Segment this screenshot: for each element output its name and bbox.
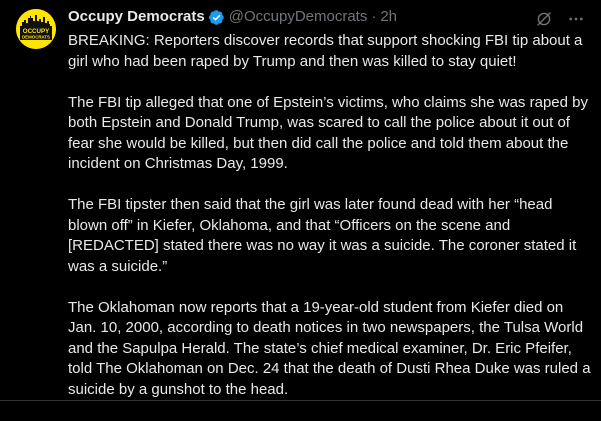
tweet-content: Occupy Democrats @OccupyDemocrats · 2h B… bbox=[68, 7, 591, 421]
timestamp[interactable]: 2h bbox=[380, 7, 397, 27]
header-actions bbox=[522, 9, 586, 29]
more-options-icon[interactable] bbox=[566, 9, 586, 29]
occupy-democrats-logo: OCCUPY DEMOCRATS bbox=[16, 9, 56, 49]
svg-text:DEMOCRATS: DEMOCRATS bbox=[22, 35, 50, 40]
tweet[interactable]: OCCUPY DEMOCRATS Occupy Democrats @Occup… bbox=[0, 0, 601, 401]
author-handle[interactable]: @OccupyDemocrats bbox=[229, 7, 368, 27]
tweet-paragraph-3: The FBI tipster then said that the girl … bbox=[68, 196, 577, 275]
grok-slash-icon[interactable] bbox=[534, 9, 554, 29]
tweet-header: Occupy Democrats @OccupyDemocrats · 2h bbox=[68, 7, 588, 27]
verified-badge-icon bbox=[208, 9, 225, 26]
tweet-paragraph-4: The Oklahoman now reports that a 19-year… bbox=[68, 298, 591, 398]
avatar[interactable]: OCCUPY DEMOCRATS bbox=[16, 9, 56, 49]
tweet-paragraph-2: The FBI tip alleged that one of Epstein’… bbox=[68, 93, 588, 173]
separator-dot: · bbox=[371, 8, 377, 25]
author-display-name[interactable]: Occupy Democrats bbox=[68, 7, 205, 27]
tweet-body: BREAKING: Reporters discover records tha… bbox=[68, 31, 598, 400]
tweet-paragraph-1: BREAKING: Reporters discover records tha… bbox=[68, 32, 583, 70]
